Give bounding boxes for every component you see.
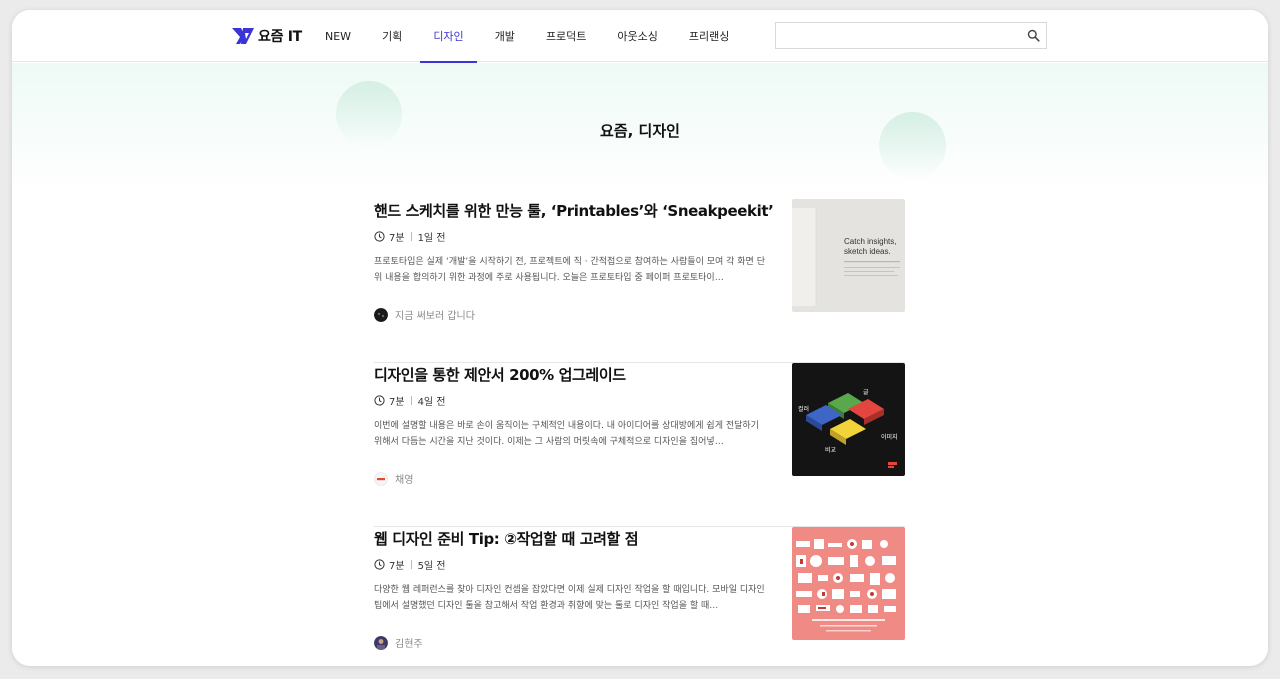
thumb-label-bottom: 비교: [825, 446, 837, 454]
read-time: 7분: [389, 397, 405, 408]
article-card[interactable]: 디자인을 통한 제안서 200% 업그레이드 7분 4일 전 이번에 설명할 내…: [374, 363, 905, 527]
article-description: 프로토타입은 실제 ‘개발’을 시작하기 전, 프로젝트에 직 · 간적접으로 …: [374, 257, 765, 283]
logo[interactable]: 요즘 IT: [232, 26, 302, 46]
meta-divider: [410, 396, 412, 405]
page-frame: 요즘 IT NEW 기획 디자인 개발 프로덕트 아웃소싱 프리랜싱 요즘, 디…: [12, 10, 1268, 666]
article-card[interactable]: 웹 디자인 준비 Tip: ②작업할 때 고려할 점 7분 5일 전 다양한 웹…: [374, 527, 905, 666]
article-title[interactable]: 디자인을 통한 제안서 200% 업그레이드: [374, 364, 774, 385]
avatar: [374, 471, 388, 486]
read-time: 7분: [389, 561, 405, 572]
thumb-caption-line-2: sketch ideas.: [844, 247, 891, 256]
meta-divider: [410, 560, 412, 569]
avatar: [374, 307, 388, 322]
thumb-label-top: 글: [863, 389, 869, 396]
article-thumbnail[interactable]: Catch insights, sketch ideas.: [792, 199, 905, 312]
main-nav: NEW 기획 디자인 개발 프로덕트 아웃소싱 프리랜싱: [312, 10, 747, 63]
clock-icon: [374, 231, 385, 242]
article-card[interactable]: 핸드 스케치를 위한 만능 툴, ‘Printables’와 ‘Sneakpee…: [374, 199, 905, 363]
nav-item-development[interactable]: 개발: [482, 10, 528, 62]
search-box: [775, 22, 1047, 49]
posted-time: 5일 전: [417, 561, 446, 572]
search-icon[interactable]: [1027, 29, 1040, 42]
article-list: 핸드 스케치를 위한 만능 툴, ‘Printables’와 ‘Sneakpee…: [374, 199, 905, 666]
nav-item-outsourcing[interactable]: 아웃소싱: [604, 10, 670, 62]
article-meta: 7분 5일 전: [374, 557, 446, 572]
read-time: 7분: [389, 233, 405, 244]
author-name: 채영: [395, 475, 414, 486]
thumb-label-left: 컬러: [798, 405, 809, 413]
article-author[interactable]: 지금 써보러 갑니다: [374, 307, 475, 322]
posted-time: 1일 전: [417, 233, 446, 244]
article-description: 다양한 웹 레퍼런스를 찾아 디자인 컨셉을 잡았다면 이제 실제 디자인 작업…: [374, 585, 765, 611]
page-title: 요즘, 디자인: [600, 122, 680, 140]
author-name: 지금 써보러 갑니다: [395, 311, 475, 322]
nav-item-design[interactable]: 디자인: [420, 10, 478, 63]
nav-item-product[interactable]: 프로덕트: [533, 10, 599, 62]
thumb-caption-line-1: Catch insights,: [844, 237, 896, 246]
top-header: 요즘 IT NEW 기획 디자인 개발 프로덕트 아웃소싱 프리랜싱: [12, 10, 1268, 63]
clock-icon: [374, 559, 385, 570]
article-thumbnail[interactable]: 글 컬러 이미지 비교: [792, 363, 905, 476]
article-title[interactable]: 웹 디자인 준비 Tip: ②작업할 때 고려할 점: [374, 528, 774, 549]
meta-divider: [410, 232, 412, 241]
nav-item-planning[interactable]: 기획: [369, 10, 415, 62]
thumb-label-right: 이미지: [881, 433, 898, 441]
logo-mark-icon: [232, 28, 254, 44]
article-author[interactable]: 채영: [374, 471, 413, 486]
article-meta: 7분 4일 전: [374, 393, 446, 408]
article-description: 이번에 설명할 내용은 바로 손이 움직이는 구체적인 내용이다. 내 아이디어…: [374, 421, 759, 447]
clock-icon: [374, 395, 385, 406]
article-meta: 7분 1일 전: [374, 229, 446, 244]
avatar: [374, 635, 388, 650]
nav-item-freelancing[interactable]: 프리랜싱: [676, 10, 742, 62]
author-name: 김현주: [395, 639, 423, 650]
article-thumbnail[interactable]: [792, 527, 905, 640]
nav-item-new[interactable]: NEW: [312, 10, 364, 62]
posted-time: 4일 전: [417, 397, 446, 408]
article-author[interactable]: 김현주: [374, 635, 423, 650]
search-input[interactable]: [776, 23, 1016, 48]
logo-text: 요즘 IT: [258, 29, 302, 45]
category-hero: 요즘, 디자인: [12, 63, 1268, 193]
article-title[interactable]: 핸드 스케치를 위한 만능 툴, ‘Printables’와 ‘Sneakpee…: [374, 200, 774, 221]
